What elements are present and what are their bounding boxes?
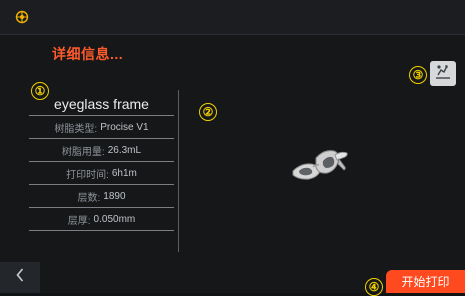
info-label: 层数:	[77, 192, 101, 204]
info-value: 26.3mL	[107, 144, 142, 156]
info-value: Procise V1	[100, 121, 149, 133]
info-row-print-time: 打印时间: 6h1m	[29, 162, 174, 185]
info-label: 层厚:	[67, 215, 91, 227]
back-button[interactable]	[0, 262, 40, 293]
info-value: 0.050mm	[93, 213, 136, 225]
info-row-layer-count: 层数: 1890	[29, 185, 174, 208]
top-bar	[0, 0, 465, 35]
callout-marker-4: ④	[365, 278, 383, 296]
info-value: 1890	[103, 190, 126, 202]
page-title: 详细信息...	[52, 46, 124, 62]
info-row-resin-type: 树脂类型: Procise V1	[29, 116, 174, 139]
start-print-button[interactable]: 开始打印	[386, 270, 465, 293]
info-label: 树脂类型:	[54, 123, 98, 135]
info-row-resin-volume: 树脂用量: 26.3mL	[29, 139, 174, 162]
callout-marker-2: ②	[199, 103, 217, 121]
eyeglass-frame-preview-icon	[285, 137, 353, 191]
info-label: 树脂用量:	[61, 146, 105, 158]
print-options-icon	[433, 62, 453, 85]
callout-marker-3: ③	[409, 66, 427, 84]
model-name: eyeglass frame	[29, 92, 174, 116]
settings-icon[interactable]	[14, 9, 30, 25]
info-value: 6h1m	[111, 167, 137, 179]
screen: 详细信息... ① ② ③ ④ eyeglass frame 树脂类型: Pro…	[0, 0, 465, 296]
info-label: 打印时间:	[66, 169, 109, 181]
print-options-button[interactable]	[430, 61, 456, 86]
info-row-layer-thickness: 层厚: 0.050mm	[29, 208, 174, 231]
model-info-panel: eyeglass frame 树脂类型: Procise V1 树脂用量: 26…	[29, 92, 174, 231]
panel-divider	[178, 90, 179, 252]
chevron-left-icon	[14, 267, 26, 288]
